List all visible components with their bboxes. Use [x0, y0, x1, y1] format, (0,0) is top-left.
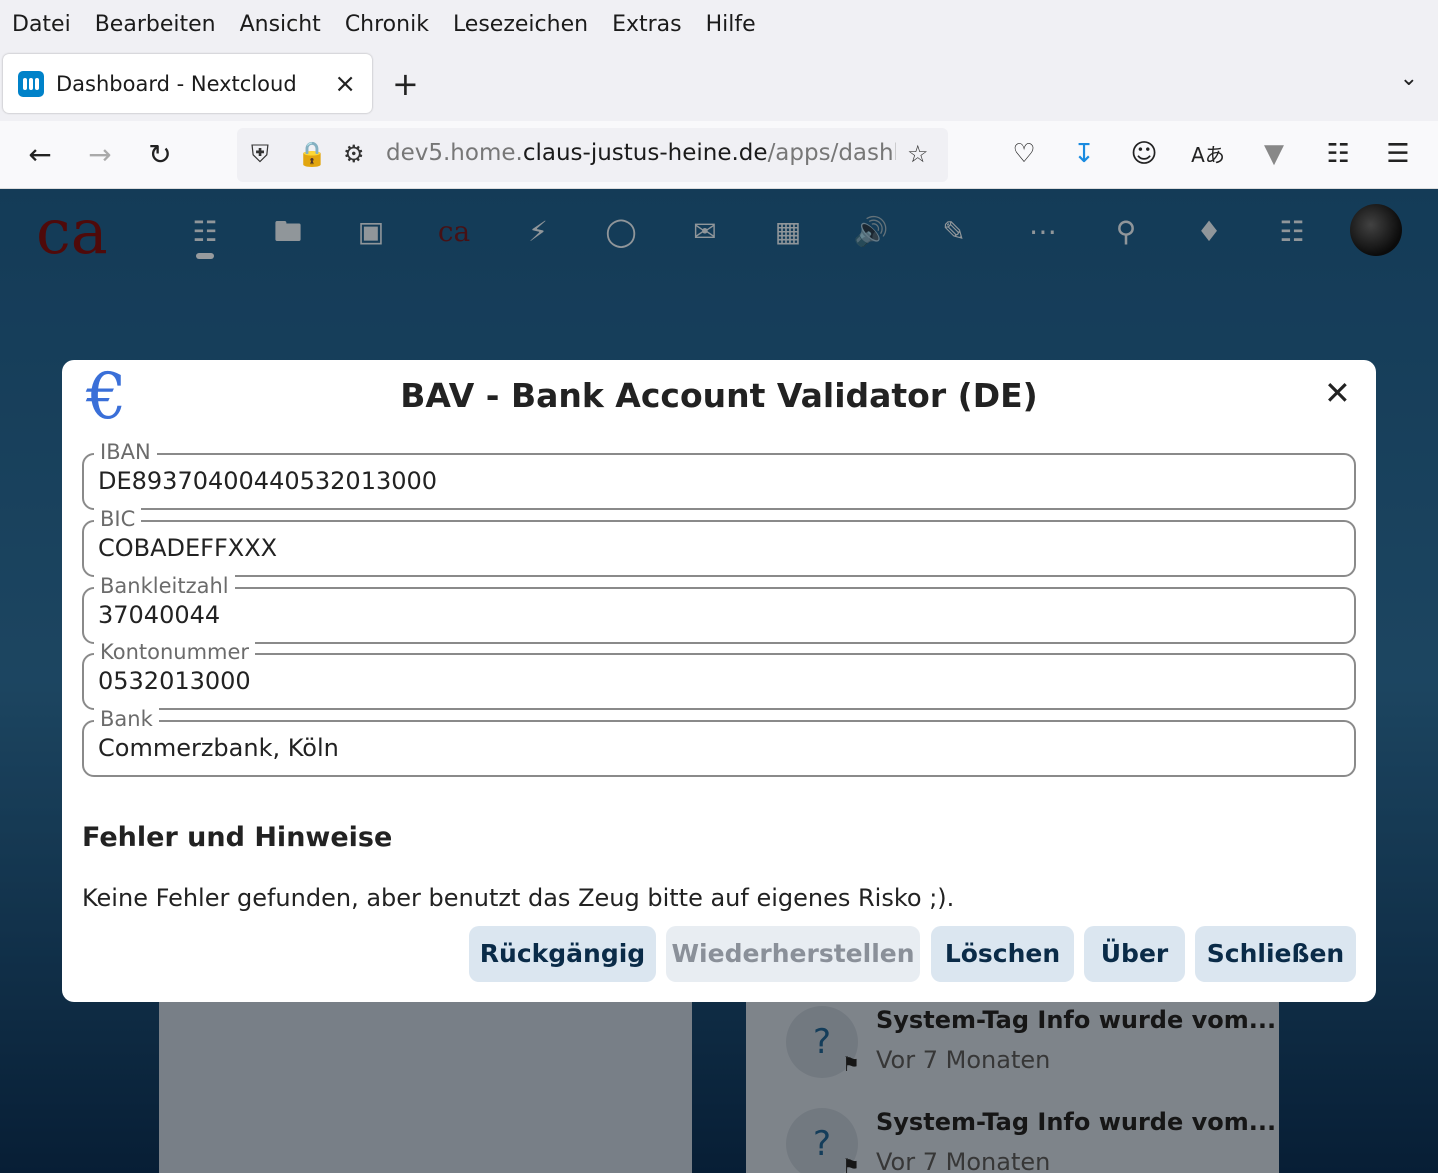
menu-lesezeichen[interactable]: Lesezeichen [453, 12, 588, 37]
account-icon[interactable]: ☺ [1126, 139, 1162, 169]
bank-value[interactable]: Commerzbank, Köln [98, 734, 339, 762]
section-heading: Fehler und Hinweise [82, 822, 393, 853]
kontonummer-field[interactable]: Kontonummer 0532013000 [82, 640, 1356, 710]
menu-extras[interactable]: Extras [612, 12, 682, 37]
iban-label: IBAN [94, 440, 157, 464]
lock-icon[interactable]: 🔒 [297, 140, 327, 168]
undo-button[interactable]: Rückgängig [469, 926, 656, 982]
tab-bar: Dashboard - Nextcloud × + ⌄ [0, 48, 1438, 121]
tab-dashboard[interactable]: Dashboard - Nextcloud × [3, 54, 372, 113]
bankleitzahl-field[interactable]: Bankleitzahl 37040044 [82, 574, 1356, 644]
url-text: dev5.home.claus-justus-heine.de/apps/das… [386, 140, 896, 166]
url-bar[interactable]: ⛨ 🔒 ⚙ dev5.home.claus-justus-heine.de/ap… [237, 128, 948, 182]
back-icon[interactable]: ← [22, 137, 58, 173]
menu-chronik[interactable]: Chronik [345, 12, 429, 37]
pocket-icon[interactable]: ♡ [1006, 139, 1042, 169]
bank-label: Bank [94, 707, 159, 731]
iban-field[interactable]: IBAN DE89370400440532013000 [82, 440, 1356, 510]
bank-field[interactable]: Bank Commerzbank, Köln [82, 707, 1356, 777]
extensions-puzzle-icon[interactable]: ☷ [1320, 139, 1356, 169]
kontonummer-value[interactable]: 0532013000 [98, 667, 251, 695]
download-icon[interactable]: ↧ [1066, 139, 1102, 169]
close-button[interactable]: Schließen [1195, 926, 1356, 982]
shield-icon[interactable]: ⛨ [251, 140, 269, 168]
about-button[interactable]: Über [1084, 926, 1185, 982]
menu-hilfe[interactable]: Hilfe [706, 12, 756, 37]
redo-button[interactable]: Wiederherstellen [666, 926, 920, 982]
translate-icon[interactable]: Aあ [1190, 139, 1226, 168]
menu-bar: Datei Bearbeiten Ansicht Chronik Lesezei… [0, 0, 1438, 48]
close-icon[interactable]: ✕ [1324, 374, 1351, 412]
new-tab-icon[interactable]: + [392, 65, 419, 103]
bankleitzahl-label: Bankleitzahl [94, 574, 235, 598]
navigation-bar: ← → ↻ ⛨ 🔒 ⚙ dev5.home.claus-justus-heine… [0, 121, 1438, 189]
reload-icon[interactable]: ↻ [142, 137, 178, 173]
menu-bearbeiten[interactable]: Bearbeiten [95, 12, 216, 37]
forward-icon[interactable]: → [82, 137, 118, 173]
delete-button[interactable]: Löschen [931, 926, 1074, 982]
bic-value[interactable]: COBADEFFXXX [98, 534, 277, 562]
tab-list-chevron-icon[interactable]: ⌄ [1400, 66, 1418, 91]
dialog-title: BAV - Bank Account Validator (DE) [400, 376, 1038, 415]
iban-value[interactable]: DE89370400440532013000 [98, 467, 437, 495]
menu-datei[interactable]: Datei [12, 12, 71, 37]
bookmark-star-icon[interactable]: ☆ [907, 140, 929, 168]
tab-close-icon[interactable]: × [334, 69, 356, 99]
tab-title: Dashboard - Nextcloud [56, 71, 297, 96]
hamburger-menu-icon[interactable]: ☰ [1380, 139, 1416, 169]
extension-v-icon[interactable]: ▼ [1256, 139, 1292, 169]
bav-dialog: € BAV - Bank Account Validator (DE) ✕ IB… [62, 360, 1376, 1002]
nextcloud-favicon-icon [18, 70, 44, 97]
bankleitzahl-value[interactable]: 37040044 [98, 601, 220, 629]
status-note: Keine Fehler gefunden, aber benutzt das … [82, 884, 955, 912]
kontonummer-label: Kontonummer [94, 640, 256, 664]
permissions-icon[interactable]: ⚙ [343, 140, 365, 168]
menu-ansicht[interactable]: Ansicht [240, 12, 321, 37]
bic-label: BIC [94, 507, 142, 531]
bic-field[interactable]: BIC COBADEFFXXX [82, 507, 1356, 577]
